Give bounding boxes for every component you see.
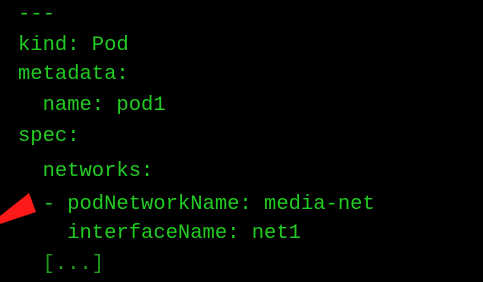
yaml-ellipsis-line: [...] — [18, 253, 105, 276]
red-pointer-arrow-icon — [0, 193, 36, 224]
yaml-interface-name-line: interfaceName: net1 — [18, 222, 301, 245]
yaml-name-line: name: pod1 — [18, 94, 166, 117]
yaml-code-view: --- kind: Pod metadata: name: pod1 spec:… — [0, 0, 483, 282]
yaml-kind-line: kind: Pod — [18, 34, 129, 57]
yaml-metadata-line: metadata: — [18, 63, 129, 86]
yaml-networks-line: networks: — [18, 160, 154, 183]
yaml-separator-line: --- — [18, 3, 55, 26]
yaml-pod-network-line: - podNetworkName: media-net — [18, 193, 375, 216]
yaml-spec-line: spec: — [18, 125, 80, 148]
